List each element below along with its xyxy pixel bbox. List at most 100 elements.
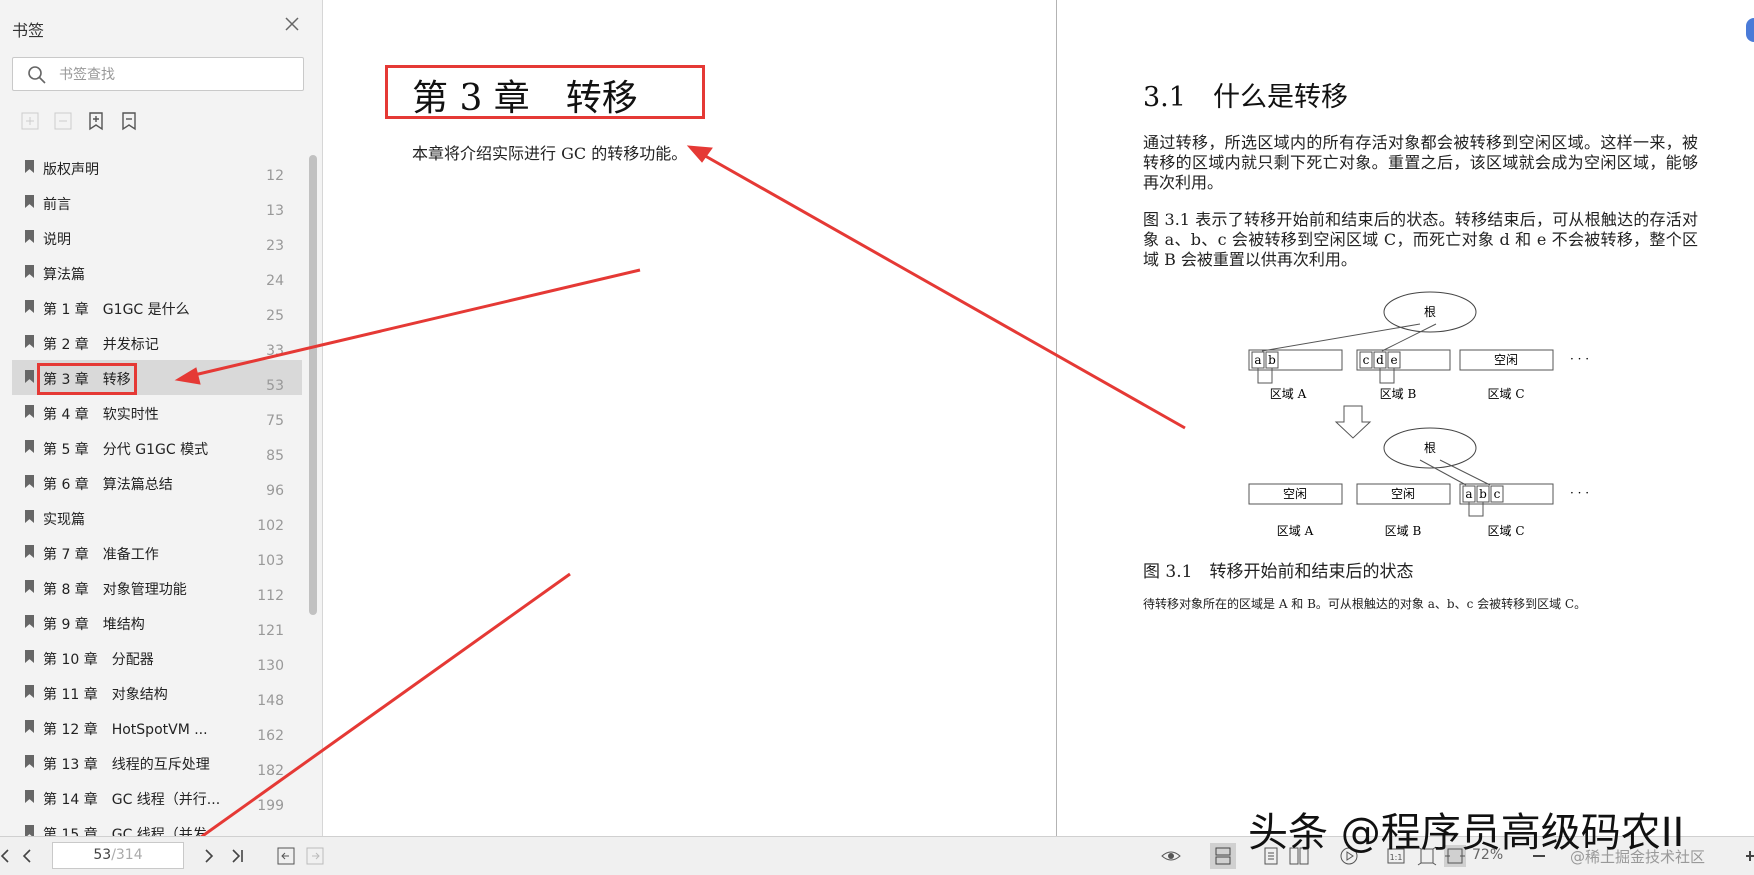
bookmark-page: 75: [266, 413, 284, 429]
bookmark-page: 12: [266, 168, 284, 184]
bookmark-label: 第 15 章 GC 线程（并发...: [43, 827, 221, 836]
bookmark-label: 第 9 章 堆结构: [43, 617, 145, 633]
bookmark-item[interactable]: 第 7 章 准备工作 103: [12, 535, 302, 570]
svg-text:a: a: [1465, 487, 1472, 501]
bookmark-label: 第 2 章 并发标记: [43, 337, 159, 353]
bookmark-item[interactable]: 第 8 章 对象管理功能 112: [12, 570, 302, 605]
bookmark-label: 第 10 章 分配器: [43, 652, 154, 668]
bookmark-page: 148: [257, 693, 284, 709]
svg-text:· · ·: · · ·: [1570, 486, 1589, 500]
search-icon: [28, 66, 46, 84]
bookmark-icon: [25, 300, 34, 313]
bookmark-item[interactable]: 第 10 章 分配器 130: [12, 640, 302, 675]
bookmark-item[interactable]: 版权声明 12: [12, 150, 302, 185]
svg-text:e: e: [1390, 353, 1397, 367]
bookmark-icon: [25, 545, 34, 558]
chapter-intro: 本章将介绍实际进行 GC 的转移功能。: [412, 144, 688, 163]
paragraph: 通过转移，所选区域内的所有存活对象都会被转移到空闲区域。这样一来，被转移的区域内…: [1143, 133, 1698, 192]
bookmark-item[interactable]: 第 6 章 算法篇总结 96: [12, 465, 302, 500]
bookmark-label: 第 11 章 对象结构: [43, 687, 168, 703]
bookmark-icon: [25, 510, 34, 523]
svg-text:根: 根: [1424, 441, 1436, 455]
figure-caption: 图 3.1 转移开始前和结束后的状态: [1143, 562, 1414, 582]
bookmark-icon: [25, 615, 34, 628]
first-page-icon[interactable]: [0, 845, 16, 867]
bookmark-item[interactable]: 第 4 章 软实时性 75: [12, 395, 302, 430]
svg-text:区域 C: 区域 C: [1488, 387, 1525, 401]
bookmark-item[interactable]: 第 3 章 转移 53: [12, 360, 302, 395]
svg-text:区域 B: 区域 B: [1385, 524, 1422, 538]
region-box: [1356, 349, 1451, 371]
bookmark-label: 第 1 章 G1GC 是什么: [43, 302, 190, 318]
bookmark-label: 第 12 章 HotSpotVM ...: [43, 722, 208, 738]
bookmark-item[interactable]: 第 12 章 HotSpotVM ... 162: [12, 710, 302, 745]
bookmark-item[interactable]: 说明 23: [12, 220, 302, 255]
bookmark-item[interactable]: 第 2 章 并发标记 33: [12, 325, 302, 360]
section-title: 3.1 什么是转移: [1143, 82, 1348, 113]
bookmark-label: 第 3 章 转移: [37, 363, 137, 395]
bookmark-page: 13: [266, 203, 284, 219]
eye-icon[interactable]: [1160, 845, 1182, 867]
bookmark-label: 第 14 章 GC 线程（并行...: [43, 792, 221, 808]
svg-text:空闲: 空闲: [1283, 487, 1307, 501]
next-page-icon[interactable]: [198, 845, 220, 867]
remove-bookmark-icon[interactable]: [118, 110, 140, 132]
bookmark-label: 第 6 章 算法篇总结: [43, 477, 173, 493]
bookmark-list: 版权声明 12 前言 13 说明 23 算法篇 24 第 1 章 G1GC 是什么 25 第 2 章…: [12, 150, 302, 836]
bookmark-search[interactable]: [12, 57, 304, 91]
figure-note: 待转移对象所在的区域是 A 和 B。可从根触达的对象 a、b、c 会被转移到区域…: [1143, 597, 1587, 611]
forward-icon[interactable]: [304, 845, 326, 867]
region-box: [1248, 349, 1343, 371]
svg-text:空闲: 空闲: [1494, 353, 1518, 367]
last-page-icon[interactable]: [226, 845, 248, 867]
continuous-view-icon[interactable]: [1210, 843, 1236, 869]
bookmark-label: 第 5 章 分代 G1GC 模式: [43, 442, 209, 458]
paragraph: 图 3.1 表示了转移开始前和结束后的状态。转移结束后，可从根触达的存活对象 a…: [1143, 210, 1698, 269]
back-icon[interactable]: [275, 845, 297, 867]
bookmark-page: 162: [257, 728, 284, 744]
bookmark-item[interactable]: 第 14 章 GC 线程（并行... 199: [12, 780, 302, 815]
bookmark-icon: [25, 335, 34, 348]
bookmark-label: 版权声明: [43, 162, 99, 178]
bookmark-item[interactable]: 第 15 章 GC 线程（并发...: [12, 815, 302, 836]
bookmark-item[interactable]: 第 1 章 G1GC 是什么 25: [12, 290, 302, 325]
bookmark-page: 24: [266, 273, 284, 289]
sidebar-scrollbar[interactable]: [309, 155, 317, 615]
bookmark-item[interactable]: 第 5 章 分代 G1GC 模式 85: [12, 430, 302, 465]
expand-all-icon[interactable]: [19, 110, 41, 132]
bookmark-item[interactable]: 前言 13: [12, 185, 302, 220]
bookmark-label: 说明: [43, 232, 71, 248]
root-arrow: [1261, 323, 1421, 352]
prev-page-icon[interactable]: [16, 845, 38, 867]
bookmark-icon: [25, 580, 34, 593]
watermark-small: @稀土掘金技术社区: [1570, 848, 1706, 866]
bookmark-page: 182: [257, 763, 284, 779]
svg-text:c: c: [1363, 353, 1370, 367]
bookmark-item[interactable]: 第 13 章 线程的互斥处理 182: [12, 745, 302, 780]
bookmark-item[interactable]: 算法篇 24: [12, 255, 302, 290]
search-input[interactable]: [57, 64, 291, 86]
side-widget[interactable]: [1746, 18, 1754, 42]
bookmark-item[interactable]: 第 9 章 堆结构 121: [12, 605, 302, 640]
bookmark-item[interactable]: 实现篇 102: [12, 500, 302, 535]
zoom-in-icon[interactable]: [1744, 845, 1754, 867]
bookmark-icon: [25, 195, 34, 208]
bookmark-page: 25: [266, 308, 284, 324]
bookmark-icon: [25, 160, 34, 173]
bookmark-item[interactable]: 第 11 章 对象结构 148: [12, 675, 302, 710]
add-bookmark-icon[interactable]: [85, 110, 107, 132]
bookmark-icon: [25, 475, 34, 488]
chapter-title: 第 3 章 转移: [412, 78, 638, 119]
bookmark-label: 第 8 章 对象管理功能: [43, 582, 187, 598]
svg-text:区域 A: 区域 A: [1277, 524, 1314, 538]
bookmark-sidebar: 书签 版权声明12前言13说明23算法篇24第 1 章 G1GC 是什么25第 …: [0, 0, 323, 836]
bookmark-icon: [25, 405, 34, 418]
bookmark-label: 第 13 章 线程的互斥处理: [43, 757, 210, 773]
bookmark-page: 23: [266, 238, 284, 254]
page-number-input[interactable]: 53/314: [52, 842, 184, 869]
collapse-all-icon[interactable]: [52, 110, 74, 132]
close-icon[interactable]: [282, 14, 302, 34]
bookmark-icon: [25, 755, 34, 768]
sidebar-title: 书签: [12, 21, 45, 40]
bookmark-page: 85: [266, 448, 284, 464]
